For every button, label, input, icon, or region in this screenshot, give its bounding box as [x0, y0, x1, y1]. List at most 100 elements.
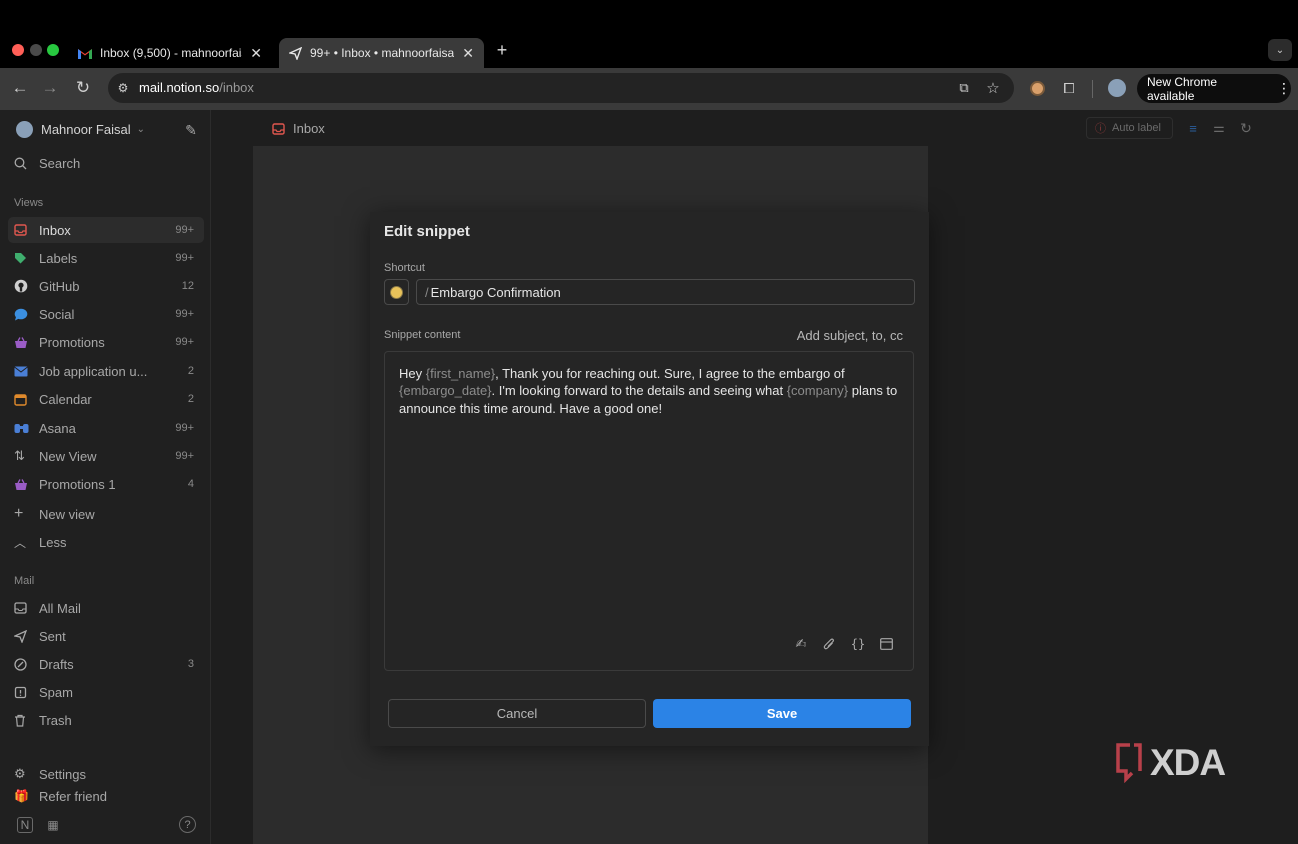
reload-icon[interactable]: ↻: [73, 78, 93, 98]
sidebar-item-label: Promotions: [39, 334, 105, 350]
notion-mail-icon: [289, 46, 302, 60]
variable-company[interactable]: {company}: [787, 383, 848, 398]
content-text: . I'm looking forward to the details and…: [491, 383, 787, 399]
main-header: Inbox ⓘ Auto label ≡ ⚌ ↻: [211, 110, 1298, 146]
close-window-button[interactable]: [12, 44, 24, 56]
sidebar-item-count: 3: [187, 658, 194, 670]
sidebar-item-calendar[interactable]: Calendar 2: [8, 386, 204, 412]
browser-tab-notion-mail[interactable]: 99+ • Inbox • mahnoorfaisalxda ✕: [279, 38, 484, 68]
github-icon: [14, 279, 36, 293]
notion-icon[interactable]: N: [17, 817, 33, 833]
variable-braces-icon[interactable]: {}: [848, 634, 868, 654]
trash-icon: [14, 714, 36, 727]
maximize-window-button[interactable]: [47, 44, 59, 56]
site-settings-icon[interactable]: ⚙: [112, 77, 134, 99]
sidebar-less-button[interactable]: ︿ Less: [8, 529, 204, 555]
sidebar-item-job-application[interactable]: Job application u... 2: [8, 358, 204, 384]
ai-write-icon[interactable]: ✍: [791, 634, 811, 654]
sidebar-item-label: Trash: [39, 712, 72, 728]
attachment-icon[interactable]: [819, 634, 839, 654]
gear-icon: ⚙: [14, 766, 26, 781]
sidebar-item-count: 2: [187, 365, 194, 377]
sidebar-item-inbox[interactable]: Inbox 99+: [8, 217, 204, 243]
url-text: mail.notion.so/inbox: [139, 80, 254, 95]
profile-avatar[interactable]: [1106, 77, 1128, 99]
shortcut-label: Shortcut: [384, 262, 425, 274]
extension-avatar-icon[interactable]: [1027, 78, 1047, 98]
sidebar-item-label: Spam: [39, 684, 73, 700]
xda-logo-text: XDA: [1150, 742, 1226, 783]
extensions-puzzle-icon[interactable]: ⧠: [1059, 78, 1079, 98]
display-settings-icon[interactable]: ⚌: [1210, 120, 1228, 136]
shopping-bag-icon: [14, 336, 36, 349]
workspace-switcher[interactable]: Mahnoor Faisal ⌄: [16, 121, 145, 138]
avatar: [16, 121, 33, 138]
template-icon[interactable]: [876, 634, 896, 654]
sidebar-item-promotions[interactable]: Promotions 99+: [8, 329, 204, 355]
browser-tabstrip: Inbox (9,500) - mahnoorfaisal ✕ 99+ • In…: [0, 0, 1298, 68]
close-tab-icon[interactable]: ✕: [250, 45, 262, 62]
sidebar-footer: N ▦ ?: [0, 810, 210, 844]
bookmark-star-icon[interactable]: ☆: [983, 78, 1003, 98]
forward-icon[interactable]: →: [40, 78, 60, 98]
sidebar-item-sent[interactable]: Sent: [8, 623, 204, 649]
refresh-icon[interactable]: ↻: [1237, 120, 1255, 136]
sidebar-item-label: All Mail: [39, 600, 81, 616]
add-subject-link[interactable]: Add subject, to, cc: [797, 328, 903, 343]
chat-bubble-icon: [14, 308, 36, 321]
sidebar-item-label: Social: [39, 306, 75, 322]
variable-embargo-date[interactable]: {embargo_date}: [399, 383, 492, 398]
shortcut-input[interactable]: / Embargo Confirmation: [416, 279, 915, 305]
sidebar-item-count: 99+: [175, 252, 194, 264]
calendar-app-icon[interactable]: ▦: [45, 817, 61, 833]
snippet-emoji-button[interactable]: [384, 279, 409, 305]
sidebar-item-social[interactable]: Social 99+: [8, 301, 204, 327]
sidebar-item-trash[interactable]: Trash: [8, 707, 204, 733]
sidebar-search[interactable]: Search: [8, 150, 204, 176]
calendar-icon: [14, 393, 36, 406]
drafts-icon: [14, 657, 36, 671]
sidebar-refer-friend[interactable]: 🎁 Refer friend: [8, 789, 204, 807]
sidebar-item-label: Sent: [39, 628, 66, 644]
new-tab-icon[interactable]: +: [492, 40, 512, 60]
back-icon[interactable]: ←: [10, 78, 30, 98]
variable-first-name[interactable]: {first_name}: [426, 366, 495, 381]
sidebar-item-spam[interactable]: Spam: [8, 679, 204, 705]
tab-title: 99+ • Inbox • mahnoorfaisalxda: [310, 46, 455, 60]
save-button[interactable]: Save: [653, 699, 911, 728]
sidebar-item-count: 2: [187, 393, 194, 405]
sidebar: Mahnoor Faisal ⌄ ✎ Search Views Inbox 99+…: [0, 110, 211, 844]
minimize-window-button[interactable]: [30, 44, 42, 56]
cancel-button[interactable]: Cancel: [388, 699, 646, 728]
sidebar-item-count: 99+: [175, 336, 194, 348]
snippet-content-editor[interactable]: Hey {first_name}, Thank you for reaching…: [384, 351, 914, 671]
workspace-name: Mahnoor Faisal: [41, 122, 131, 137]
tab-search-icon[interactable]: ⌄: [1268, 39, 1292, 61]
snippet-content-label: Snippet content: [384, 329, 461, 341]
close-tab-icon[interactable]: ✕: [462, 45, 474, 62]
sidebar-item-label: Drafts: [39, 656, 74, 672]
sidebar-settings[interactable]: ⚙ Settings: [8, 761, 204, 787]
filter-icon[interactable]: ≡: [1184, 120, 1202, 136]
sidebar-item-count: 12: [181, 280, 194, 292]
sidebar-new-view-button[interactable]: + New view: [8, 501, 204, 527]
sidebar-item-new-view-saved[interactable]: ⇅ New View 99+: [8, 443, 204, 469]
toolbar-divider: [1092, 80, 1093, 98]
auto-label-button[interactable]: ⓘ Auto label: [1086, 117, 1173, 139]
gmail-icon: [78, 48, 92, 59]
chrome-update-button[interactable]: New Chrome available ⋮: [1137, 74, 1291, 103]
install-app-icon[interactable]: ⧉: [954, 78, 974, 98]
sidebar-item-labels[interactable]: Labels 99+: [8, 245, 204, 271]
sidebar-item-github[interactable]: GitHub 12: [8, 273, 204, 299]
sidebar-item-asana[interactable]: Asana 99+: [8, 415, 204, 441]
snippet-content-text: Hey {first_name}, Thank you for reaching…: [399, 365, 899, 417]
browser-tab-gmail[interactable]: Inbox (9,500) - mahnoorfaisal ✕: [68, 38, 272, 68]
more-menu-icon[interactable]: ⋮: [1277, 80, 1291, 97]
compose-icon[interactable]: ✎: [181, 120, 201, 140]
help-icon[interactable]: ?: [179, 816, 196, 833]
sidebar-item-drafts[interactable]: Drafts 3: [8, 651, 204, 677]
sidebar-item-all-mail[interactable]: All Mail: [8, 595, 204, 621]
address-bar[interactable]: ⚙ mail.notion.so/inbox ⧉ ☆: [108, 73, 1014, 103]
sidebar-item-promotions-1[interactable]: Promotions 1 4: [8, 471, 204, 497]
spam-icon: [14, 686, 36, 699]
